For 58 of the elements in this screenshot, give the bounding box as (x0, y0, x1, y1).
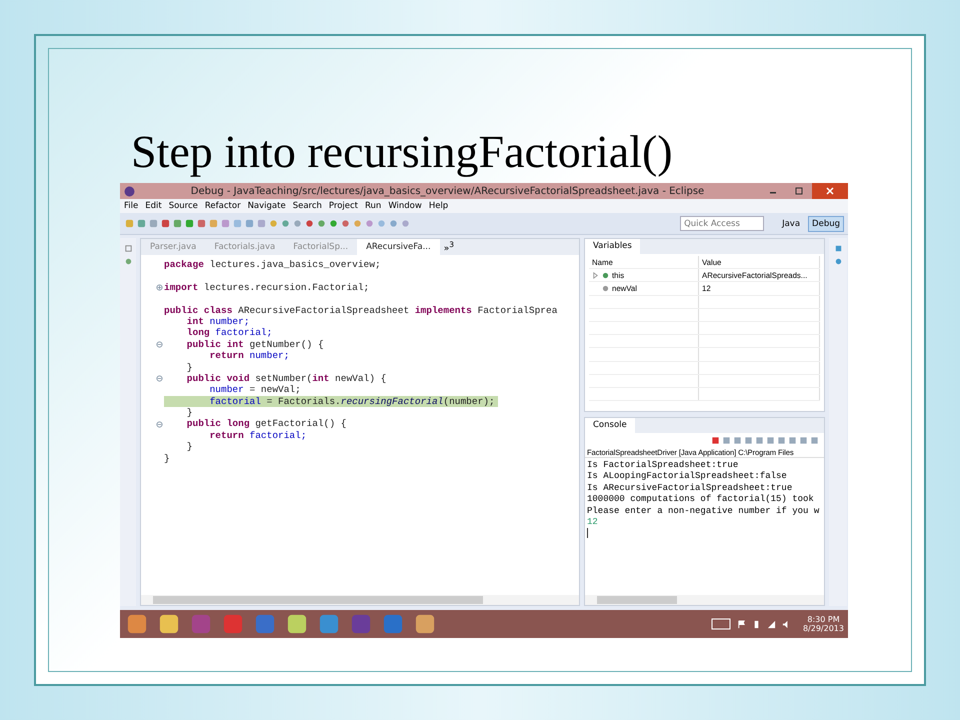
console-tab[interactable]: Console (585, 418, 635, 433)
perspective-button[interactable]: Debug (808, 216, 844, 232)
slide-title: Step into recursingFactorial() (131, 125, 674, 179)
menu-item[interactable]: Edit (145, 201, 162, 211)
app-icon (124, 186, 135, 196)
menu-item[interactable]: Refactor (204, 201, 241, 211)
variables-tab[interactable]: Variables (585, 239, 640, 254)
console-line: Please enter a non-negative number if you w (587, 506, 820, 518)
menu-item[interactable]: Navigate (248, 201, 286, 211)
flag-icon[interactable] (736, 620, 746, 628)
perspective-button[interactable]: Java (778, 216, 804, 232)
menu-item[interactable]: Run (365, 201, 382, 211)
code-line: public void setNumber(int newVal) { (186, 372, 386, 384)
code-line: public long getFactorial() { (186, 418, 346, 430)
code-line: } (186, 362, 193, 373)
menu-item[interactable]: Help (428, 201, 448, 211)
fold-icon[interactable] (156, 375, 163, 382)
code-line: return number; (208, 350, 290, 362)
code-line: import lectures.recursion.Factorial; (164, 282, 370, 294)
maximize-icon (794, 186, 804, 196)
quick-access-field[interactable]: Quick Access (680, 216, 764, 231)
close-icon (825, 186, 835, 196)
code-line: number = newVal; (208, 384, 301, 396)
console-line: 1000000 computations of factorial(15) took (587, 494, 815, 506)
code-line: int number; (186, 316, 250, 328)
clock-date: 8/29/2013 (802, 624, 844, 633)
menu-item[interactable]: Source (168, 201, 198, 211)
window-title: Debug - JavaTeaching/src/lectures/java_basics_overview/ARecursiveFactorialSpreadsheet.java - Eclipse (190, 186, 706, 196)
expand-icon[interactable] (592, 272, 599, 279)
fold-icon[interactable] (156, 284, 163, 291)
code-line: } (186, 407, 193, 418)
code-line: long factorial; (186, 327, 272, 339)
code-line: package lectures.java_basics_overview; (164, 259, 381, 270)
console-line: 12 (587, 517, 599, 528)
horizontal-scrollbar[interactable] (585, 595, 824, 605)
menu-item[interactable]: Project (328, 201, 358, 211)
menu-item[interactable]: Window (388, 201, 422, 211)
signal-icon[interactable] (766, 620, 776, 628)
fold-icon[interactable] (156, 420, 163, 428)
console-line: Is ALoopingFactorialSpreadsheet:false (587, 471, 788, 483)
console-line: Is FactorialSpreadsheet:true (587, 460, 740, 472)
breakpoints-icon[interactable] (834, 244, 842, 253)
code-line: public class ARecursiveFactorialSpreadsheet implements FactorialSprea (164, 304, 558, 316)
menu-item[interactable]: Search (292, 201, 322, 211)
close-button[interactable] (812, 183, 848, 199)
tab-overflow[interactable]: »$^{3}$ (440, 240, 454, 254)
code-line: } (164, 452, 170, 464)
code-line: return factorial; (208, 430, 307, 442)
battery-icon[interactable] (752, 620, 761, 628)
code-line: public int getNumber() { (186, 338, 324, 350)
code-line: } (186, 441, 193, 453)
keyboard-icon[interactable] (710, 618, 731, 630)
clock-time: 8:30 PM (807, 615, 840, 624)
menu-item[interactable]: File (124, 201, 138, 211)
console-line: Is ARecursiveFactorialSpreadsheet:true (587, 482, 794, 494)
fold-icon[interactable] (156, 340, 163, 348)
editor-tab[interactable]: ARecursiveFa... (357, 239, 440, 255)
horizontal-scrollbar[interactable] (141, 595, 579, 605)
